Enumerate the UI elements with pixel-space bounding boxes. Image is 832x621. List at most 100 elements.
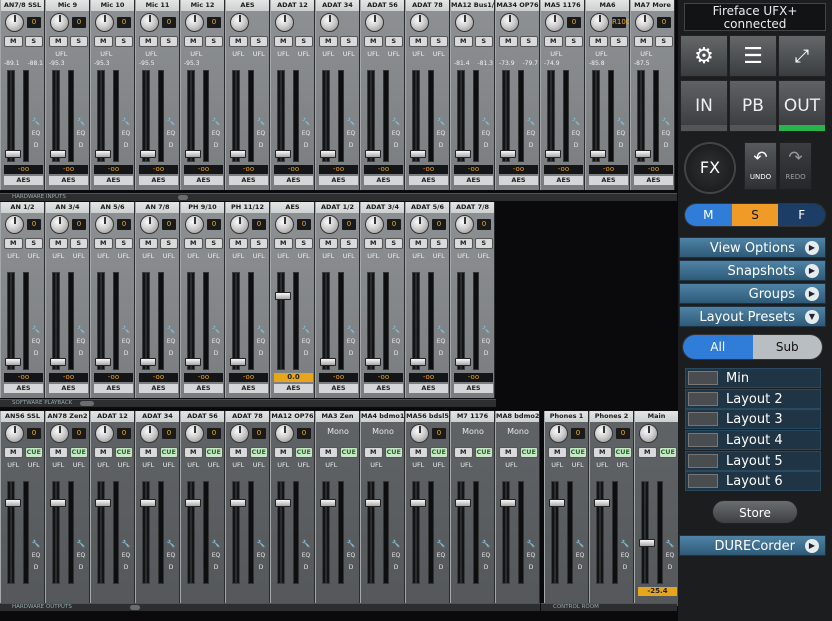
- eq-button[interactable]: EQ: [617, 552, 633, 559]
- durecorder-button[interactable]: DURECorder ▶: [679, 535, 826, 556]
- fader-handle[interactable]: [410, 358, 426, 366]
- wrench-icon[interactable]: 🔧: [525, 118, 537, 126]
- fader-handle[interactable]: [230, 499, 246, 507]
- fader-handle[interactable]: [140, 499, 156, 507]
- fader-handle[interactable]: [95, 358, 111, 366]
- gain-knob[interactable]: [50, 424, 69, 443]
- gain-knob[interactable]: [50, 13, 69, 32]
- gain-knob[interactable]: [5, 424, 24, 443]
- dynamics-button[interactable]: D: [568, 142, 584, 149]
- horizontal-scrollbar[interactable]: [80, 401, 94, 406]
- mute-button[interactable]: M: [94, 447, 113, 458]
- wrench-icon[interactable]: 🔧: [390, 326, 402, 334]
- fader-handle[interactable]: [275, 292, 291, 300]
- dynamics-button[interactable]: D: [208, 564, 224, 571]
- dynamics-button[interactable]: D: [298, 564, 314, 571]
- preset-item[interactable]: Layout 6: [685, 471, 821, 492]
- mute-button[interactable]: M: [274, 238, 293, 249]
- fader-handle[interactable]: [185, 499, 201, 507]
- gain-knob[interactable]: [410, 13, 429, 32]
- wrench-icon[interactable]: 🔧: [165, 540, 177, 548]
- gain-knob[interactable]: [95, 215, 114, 234]
- gain-knob[interactable]: [230, 13, 249, 32]
- wrench-icon[interactable]: 🔧: [345, 540, 357, 548]
- wrench-icon[interactable]: 🔧: [615, 118, 627, 126]
- fader-handle[interactable]: [410, 499, 426, 507]
- mute-button[interactable]: M: [4, 447, 23, 458]
- gain-knob[interactable]: [185, 13, 204, 32]
- dynamics-button[interactable]: D: [28, 142, 44, 149]
- cue-button[interactable]: CUE: [658, 447, 677, 458]
- output-assignment[interactable]: AES: [139, 384, 178, 393]
- gain-knob[interactable]: [140, 13, 159, 32]
- horizontal-scrollbar[interactable]: [130, 605, 140, 610]
- gain-knob[interactable]: [95, 13, 114, 32]
- dynamics-button[interactable]: D: [73, 564, 89, 571]
- gain-knob[interactable]: [545, 13, 564, 32]
- dynamics-button[interactable]: D: [523, 564, 539, 571]
- fader-handle[interactable]: [185, 358, 201, 366]
- dynamics-button[interactable]: D: [253, 350, 269, 357]
- output-assignment[interactable]: AES: [364, 176, 403, 185]
- mute-button[interactable]: M: [274, 447, 293, 458]
- out-button[interactable]: OUT: [778, 80, 826, 132]
- eq-button[interactable]: EQ: [253, 338, 269, 345]
- dynamics-button[interactable]: D: [523, 142, 539, 149]
- dynamics-button[interactable]: D: [118, 350, 134, 357]
- eq-button[interactable]: EQ: [208, 130, 224, 137]
- gain-knob[interactable]: [140, 215, 159, 234]
- fader-handle[interactable]: [140, 358, 156, 366]
- gain-knob[interactable]: [5, 215, 24, 234]
- eq-button[interactable]: EQ: [478, 552, 494, 559]
- gain-knob[interactable]: [365, 215, 384, 234]
- wrench-icon[interactable]: 🔧: [165, 326, 177, 334]
- dynamics-button[interactable]: D: [478, 350, 494, 357]
- gain-knob[interactable]: [500, 13, 519, 32]
- wrench-icon[interactable]: 🔧: [480, 540, 492, 548]
- fader-handle[interactable]: [5, 499, 21, 507]
- output-assignment[interactable]: AES: [139, 176, 178, 185]
- dynamics-button[interactable]: D: [617, 564, 633, 571]
- gain-knob[interactable]: [50, 215, 69, 234]
- wrench-icon[interactable]: 🔧: [300, 540, 312, 548]
- gain-knob[interactable]: [635, 13, 654, 32]
- cue-button[interactable]: CUE: [69, 447, 88, 458]
- mute-button[interactable]: M: [364, 36, 383, 47]
- gain-knob[interactable]: [230, 215, 249, 234]
- dynamics-button[interactable]: D: [478, 142, 494, 149]
- solo-button[interactable]: S: [294, 238, 313, 249]
- eq-button[interactable]: EQ: [572, 552, 588, 559]
- eq-button[interactable]: EQ: [253, 130, 269, 137]
- preset-item[interactable]: Min: [685, 368, 821, 388]
- mute-button[interactable]: M: [634, 36, 653, 47]
- fader-handle[interactable]: [95, 499, 111, 507]
- wrench-icon[interactable]: 🔧: [30, 540, 42, 548]
- gain-knob[interactable]: [639, 424, 658, 443]
- mute-button[interactable]: M: [184, 36, 203, 47]
- mute-button[interactable]: M: [364, 238, 383, 249]
- mute-button[interactable]: M: [454, 447, 473, 458]
- solo-button[interactable]: S: [474, 238, 493, 249]
- fader-handle[interactable]: [365, 150, 381, 158]
- dynamics-button[interactable]: D: [388, 564, 404, 571]
- fader-handle[interactable]: [635, 150, 651, 158]
- groups-button[interactable]: Groups ▶: [679, 283, 826, 304]
- wrench-icon[interactable]: 🔧: [570, 118, 582, 126]
- f-button[interactable]: F: [778, 204, 825, 226]
- dynamics-button[interactable]: D: [298, 142, 314, 149]
- output-assignment[interactable]: AES: [229, 384, 268, 393]
- solo-button[interactable]: S: [339, 238, 358, 249]
- mute-button[interactable]: M: [548, 447, 567, 458]
- dynamics-button[interactable]: D: [388, 350, 404, 357]
- fader-handle[interactable]: [320, 499, 336, 507]
- eq-button[interactable]: EQ: [388, 130, 404, 137]
- mute-button[interactable]: M: [319, 36, 338, 47]
- wrench-icon[interactable]: 🔧: [664, 540, 676, 548]
- dynamics-button[interactable]: D: [28, 350, 44, 357]
- cue-button[interactable]: CUE: [24, 447, 43, 458]
- solo-button[interactable]: S: [69, 238, 88, 249]
- mute-button[interactable]: M: [544, 36, 563, 47]
- solo-button[interactable]: S: [204, 238, 223, 249]
- dynamics-button[interactable]: D: [388, 142, 404, 149]
- output-assignment[interactable]: AES: [94, 384, 133, 393]
